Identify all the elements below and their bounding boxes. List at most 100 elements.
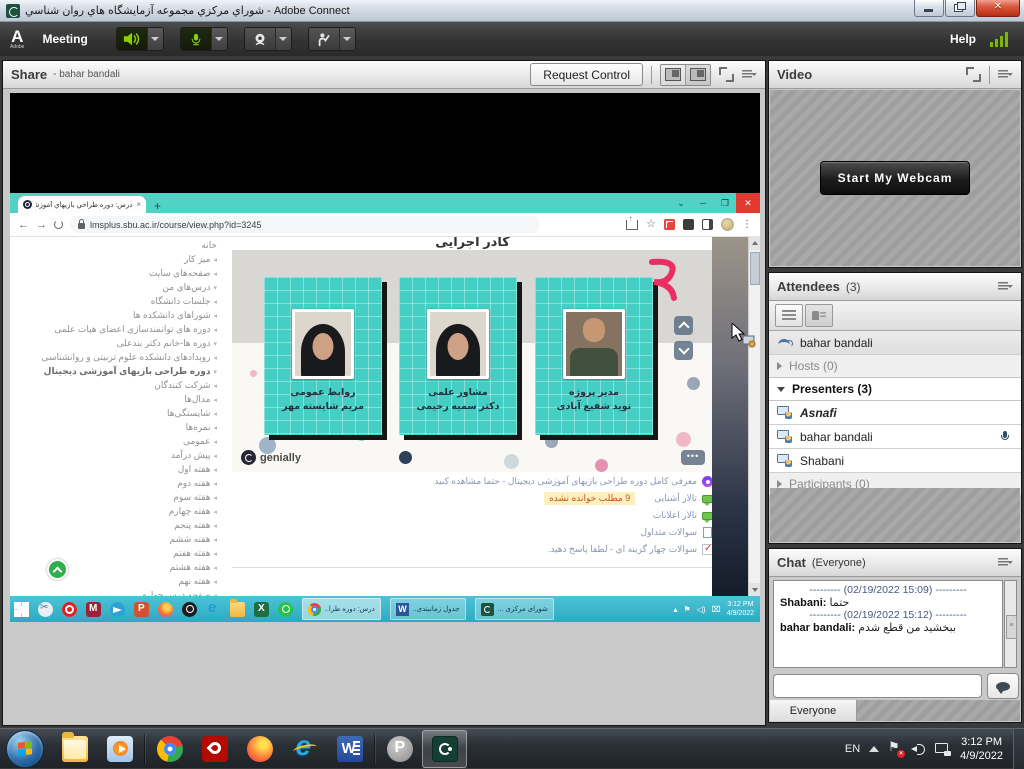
recorder-icon[interactable] (62, 602, 77, 617)
taskbar-word[interactable] (327, 730, 372, 768)
course-link-row[interactable]: سوالات متداول (232, 524, 713, 541)
sidebar-item[interactable]: رویدادهای دانشکده علوم تربیتی و روانشناس… (35, 351, 219, 365)
taskbar-file-explorer[interactable] (52, 730, 97, 768)
share-view-fit-button[interactable] (661, 65, 685, 85)
sidebar-item[interactable]: عمومی (35, 435, 219, 449)
close-button[interactable] (976, 0, 1020, 17)
attendee-row[interactable]: Asnafi (769, 401, 1021, 425)
sidebar-item[interactable]: هفته هفتم (35, 547, 219, 561)
webcam-dropdown[interactable] (275, 28, 291, 50)
taskbar-psiphon[interactable] (377, 730, 422, 768)
share-pod-menu-icon[interactable] (742, 69, 757, 81)
tab-close-icon[interactable]: × (136, 201, 141, 209)
snipping-tool-icon[interactable] (38, 602, 53, 617)
speaker-icon[interactable] (117, 28, 147, 50)
course-link-label[interactable]: معرفی کامل دوره طراحی بازیهای آموزشی دیج… (434, 476, 697, 487)
status-split-button[interactable] (308, 27, 356, 51)
sidebar-item[interactable]: شایستگی‌ها (35, 407, 219, 421)
status-dropdown[interactable] (339, 28, 355, 50)
shared-clock[interactable]: 3:12 PM 4/9/2022 (727, 600, 754, 618)
telegram-icon[interactable] (110, 602, 125, 617)
speaker-split-button[interactable] (116, 27, 164, 51)
sidebar-item[interactable]: نمره‌ها (35, 421, 219, 435)
browser-restore-icon[interactable]: ❐ (714, 194, 736, 212)
meeting-menu[interactable]: Meeting (42, 32, 87, 46)
extension-icon[interactable] (664, 219, 675, 230)
address-bar[interactable]: lmsplus.sbu.ac.ir/course/view.php?id=324… (70, 216, 540, 233)
scrollbar-down-icon[interactable] (749, 583, 760, 596)
sidebar-item[interactable]: دوره ها-خانم دکتر بندعلی (35, 337, 219, 351)
extension-icon[interactable] (702, 219, 713, 230)
chat-send-button[interactable] (987, 673, 1019, 699)
sidebar-item[interactable]: هفته ششم (35, 533, 219, 547)
scrollbar-up-icon[interactable] (749, 237, 760, 250)
mendeley-icon[interactable] (86, 602, 101, 617)
course-link-label[interactable]: سوالات چهار گزینه ای - لطفا پاسخ دهید. (548, 544, 697, 555)
tab-search-icon[interactable]: ⌄ (670, 194, 692, 212)
minimize-button[interactable] (914, 0, 944, 17)
back-icon[interactable]: ← (18, 219, 29, 231)
sidebar-item[interactable]: پیش درآمد (35, 449, 219, 463)
chat-scrollbar-thumb[interactable]: ≡ (1006, 615, 1017, 639)
browser-profile-avatar[interactable] (721, 218, 734, 231)
microphone-dropdown[interactable] (211, 28, 227, 50)
bookmark-star-icon[interactable]: ☆ (646, 219, 656, 230)
hidden-icons-icon[interactable]: ▴ (674, 605, 678, 614)
attendee-row[interactable]: bahar bandali (769, 425, 1021, 449)
microphone-icon[interactable] (181, 28, 211, 50)
whatsapp-icon[interactable] (278, 602, 293, 617)
flag-icon[interactable]: ⚑ (684, 605, 691, 614)
video-pod-menu-icon[interactable] (998, 69, 1013, 81)
sidebar-item[interactable]: صفحه‌های سایت (35, 267, 219, 281)
taskbar-adobe-connect-active[interactable] (422, 730, 467, 768)
attendee-status-view-button[interactable] (805, 304, 833, 327)
slide-up-button[interactable] (674, 316, 693, 335)
page-scrollbar[interactable] (748, 237, 760, 596)
browser-menu-icon[interactable]: ⋮ (742, 220, 752, 230)
start-button[interactable] (6, 730, 44, 768)
slide-down-button[interactable] (674, 341, 693, 360)
taskbar-window-word[interactable]: جدول زمانبندی.. (390, 598, 466, 620)
chat-pod-menu-icon[interactable] (998, 557, 1013, 569)
internet-explorer-icon[interactable] (206, 602, 221, 617)
speaker-icon[interactable]: ◁) (697, 605, 706, 614)
course-link-label[interactable]: سوالات متداول (641, 527, 697, 538)
hosts-group-row[interactable]: Hosts (0) (769, 355, 1021, 378)
attendee-list-view-button[interactable] (775, 304, 803, 327)
share-view-full-button[interactable] (685, 65, 710, 85)
chat-input[interactable] (773, 674, 982, 698)
sidebar-item[interactable]: هفته پنجم (35, 519, 219, 533)
microphone-split-button[interactable] (180, 27, 228, 51)
sidebar-item[interactable]: شوراهای دانشکده ها (35, 309, 219, 323)
fullscreen-icon[interactable] (719, 67, 734, 82)
sidebar-item[interactable]: دوره طراحی بازیهای آموزشی دیجیتال (35, 365, 219, 379)
taskbar-chrome[interactable] (147, 730, 192, 768)
share-page-icon[interactable] (626, 220, 638, 230)
reload-icon[interactable] (54, 220, 63, 229)
firefox-icon[interactable] (158, 602, 173, 617)
course-link-row[interactable]: معرفی کامل دوره طراحی بازیهای آموزشی دیج… (232, 473, 713, 490)
extension-icon[interactable] (683, 219, 694, 230)
raise-hand-icon[interactable] (309, 28, 339, 50)
sidebar-item[interactable]: صفحه درس چهارم (35, 589, 219, 596)
taskbar-internet-explorer[interactable] (282, 730, 327, 768)
sidebar-item[interactable]: درس‌های من (35, 281, 219, 295)
request-control-button[interactable]: Request Control (530, 63, 643, 86)
course-link-label[interactable]: تالار آشنایی (654, 493, 697, 504)
chat-scrollbar[interactable]: ≡ (1004, 580, 1017, 668)
taskbar-window-connect[interactable]: شورای مرکزی ... (475, 598, 554, 620)
embed-more-button[interactable]: ••• (681, 450, 705, 465)
taskbar-firefox[interactable] (237, 730, 282, 768)
speaker-dropdown[interactable] (147, 28, 163, 50)
taskbar-clock[interactable]: 3:12 PM 4/9/2022 (960, 735, 1003, 763)
browser-minimize-icon[interactable]: ─ (692, 194, 714, 212)
browser-tab[interactable]: درس: دوره طراحي بازيهاي آموزشي × (18, 196, 146, 213)
help-menu[interactable]: Help (950, 32, 976, 46)
scrollbar-thumb[interactable] (750, 252, 760, 285)
sidebar-item[interactable]: هفته اول (35, 463, 219, 477)
course-link-row[interactable]: تالار اعلانات (232, 507, 713, 524)
file-explorer-icon[interactable] (230, 602, 245, 617)
course-link-row[interactable]: سوالات چهار گزینه ای - لطفا پاسخ دهید. (232, 541, 713, 558)
obs-icon[interactable] (182, 602, 197, 617)
start-webcam-button[interactable]: Start My Webcam (820, 161, 971, 195)
